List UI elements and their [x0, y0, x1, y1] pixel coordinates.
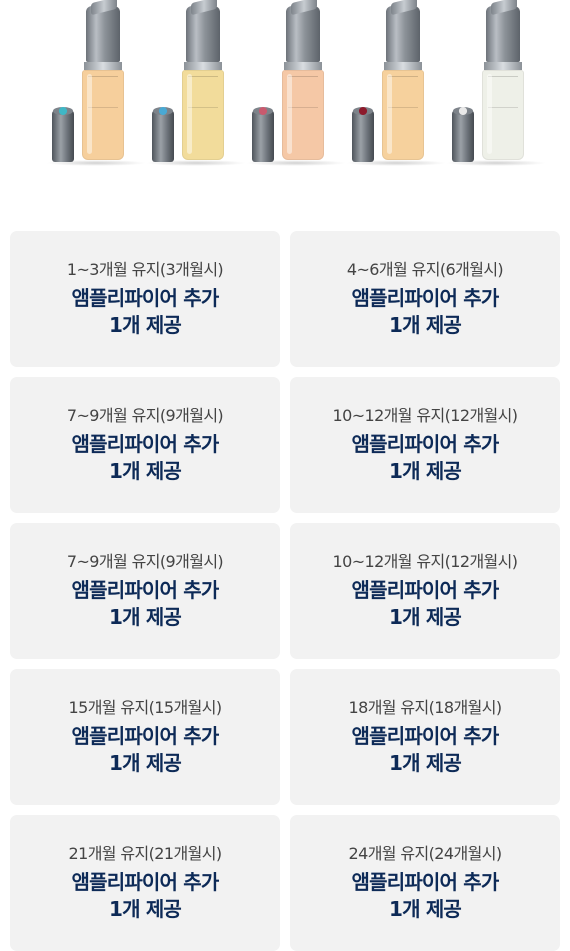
benefit-period: 24개월 유지(24개월시) — [348, 844, 503, 863]
product-lineup-image — [0, 0, 570, 175]
bottle-icon — [482, 6, 524, 162]
product-yellow-image — [146, 6, 256, 166]
benefit-card: 15개월 유지(15개월시) 앰플리파이어 추가 1개 제공 — [10, 669, 280, 805]
benefit-line2: 1개 제공 — [108, 459, 182, 483]
bottle-icon — [382, 6, 424, 162]
benefit-line2: 1개 제공 — [108, 897, 182, 921]
benefit-line2: 1개 제공 — [108, 605, 182, 629]
benefit-line2: 1개 제공 — [388, 313, 462, 337]
cap-icon — [452, 107, 474, 162]
benefit-line2: 1개 제공 — [388, 751, 462, 775]
benefit-card: 10~12개월 유지(12개월시) 앰플리파이어 추가 1개 제공 — [290, 377, 560, 513]
benefit-period: 7~9개월 유지(9개월시) — [66, 552, 224, 571]
benefit-card: 24개월 유지(24개월시) 앰플리파이어 추가 1개 제공 — [290, 815, 560, 951]
product-orange-image — [46, 6, 156, 166]
benefit-period: 21개월 유지(21개월시) — [68, 844, 223, 863]
benefit-line1: 앰플리파이어 추가 — [351, 724, 500, 748]
benefit-line1: 앰플리파이어 추가 — [351, 870, 500, 894]
benefit-line1: 앰플리파이어 추가 — [71, 724, 220, 748]
benefit-line2: 1개 제공 — [388, 459, 462, 483]
benefit-line2: 1개 제공 — [388, 897, 462, 921]
benefit-period: 10~12개월 유지(12개월시) — [332, 406, 519, 425]
benefit-card: 7~9개월 유지(9개월시) 앰플리파이어 추가 1개 제공 — [10, 377, 280, 513]
benefit-period: 15개월 유지(15개월시) — [68, 698, 223, 717]
benefit-period: 4~6개월 유지(6개월시) — [346, 260, 504, 279]
benefit-period: 18개월 유지(18개월시) — [348, 698, 503, 717]
benefit-line1: 앰플리파이어 추가 — [351, 578, 500, 602]
benefit-card: 18개월 유지(18개월시) 앰플리파이어 추가 1개 제공 — [290, 669, 560, 805]
benefit-card: 10~12개월 유지(12개월시) 앰플리파이어 추가 1개 제공 — [290, 523, 560, 659]
benefit-period: 10~12개월 유지(12개월시) — [332, 552, 519, 571]
benefit-line1: 앰플리파이어 추가 — [351, 286, 500, 310]
benefit-line2: 1개 제공 — [388, 605, 462, 629]
product-clear-image — [446, 6, 556, 166]
benefit-period: 1~3개월 유지(3개월시) — [66, 260, 224, 279]
cap-icon — [52, 107, 74, 162]
benefit-line1: 앰플리파이어 추가 — [71, 432, 220, 456]
benefit-line1: 앰플리파이어 추가 — [351, 432, 500, 456]
benefit-card: 4~6개월 유지(6개월시) 앰플리파이어 추가 1개 제공 — [290, 231, 560, 367]
benefit-line2: 1개 제공 — [108, 313, 182, 337]
cap-icon — [352, 107, 374, 162]
benefit-line2: 1개 제공 — [108, 751, 182, 775]
benefit-line1: 앰플리파이어 추가 — [71, 286, 220, 310]
bottle-icon — [282, 6, 324, 162]
product-peach-image — [246, 6, 356, 166]
benefit-card: 1~3개월 유지(3개월시) 앰플리파이어 추가 1개 제공 — [10, 231, 280, 367]
bottle-icon — [182, 6, 224, 162]
benefit-period: 7~9개월 유지(9개월시) — [66, 406, 224, 425]
bottle-icon — [82, 6, 124, 162]
benefit-line1: 앰플리파이어 추가 — [71, 870, 220, 894]
benefit-card: 21개월 유지(21개월시) 앰플리파이어 추가 1개 제공 — [10, 815, 280, 951]
cap-icon — [252, 107, 274, 162]
cap-icon — [152, 107, 174, 162]
benefit-line1: 앰플리파이어 추가 — [71, 578, 220, 602]
product-apricot-image — [346, 6, 456, 166]
benefit-card: 7~9개월 유지(9개월시) 앰플리파이어 추가 1개 제공 — [10, 523, 280, 659]
